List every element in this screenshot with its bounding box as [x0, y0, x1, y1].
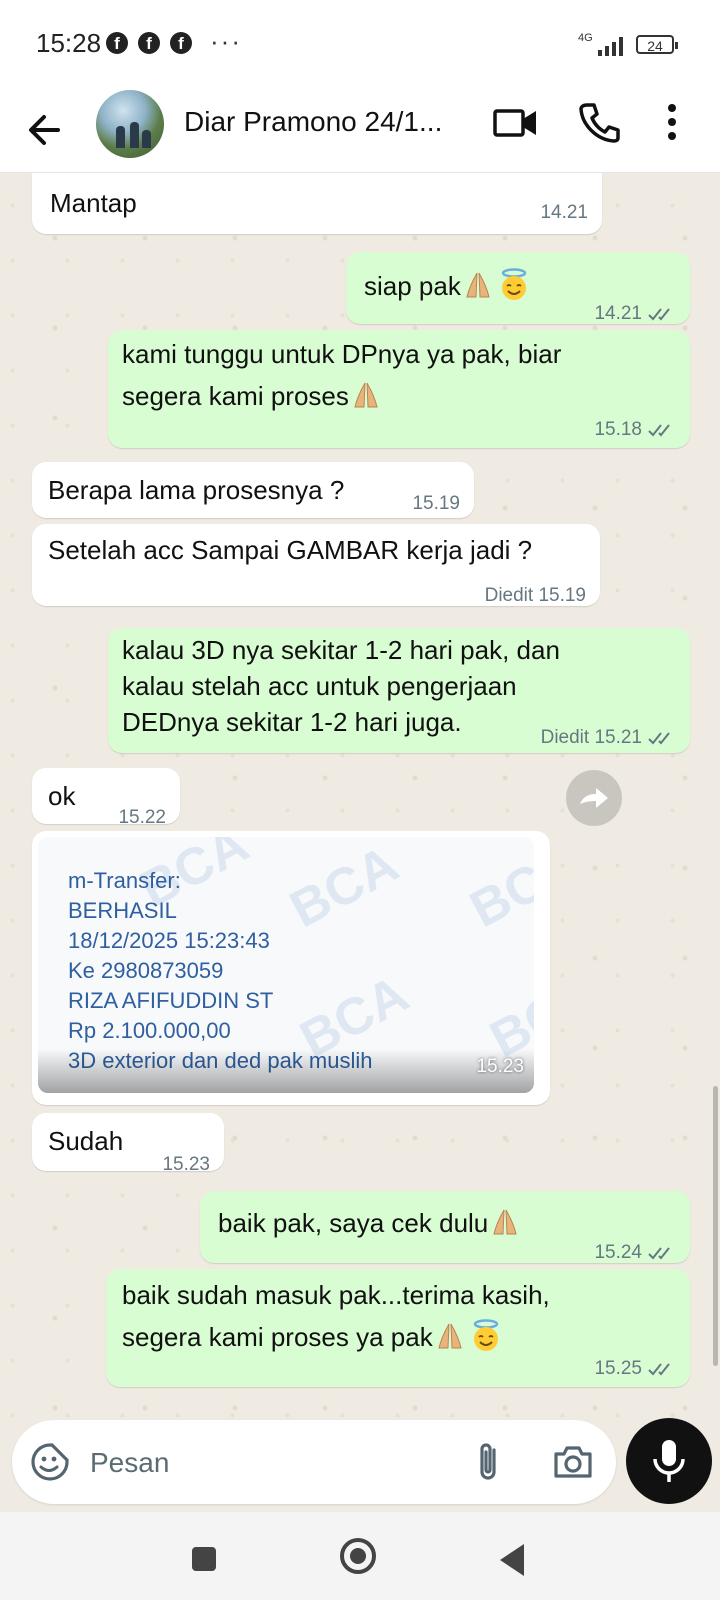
message-outgoing[interactable]: baik pak, saya cek dulu 15.24: [200, 1191, 690, 1263]
phone-icon[interactable]: [578, 100, 622, 144]
image-overlay: [38, 1049, 534, 1093]
facebook-notification-icon: f: [170, 32, 192, 54]
double-check-icon: [648, 308, 670, 321]
message-time: 15.23: [476, 1056, 524, 1077]
message-text: Setelah acc Sampai GAMBAR kerja jadi ?: [48, 535, 533, 565]
message-text: baik sudah masuk pak...terima kasih,: [122, 1280, 550, 1310]
message-meta: 14.21: [594, 294, 676, 334]
system-back-button[interactable]: [500, 1544, 524, 1576]
edited-label: Diedit: [484, 585, 534, 606]
message-time: 15.23: [162, 1154, 210, 1175]
camera-icon[interactable]: [552, 1442, 594, 1482]
message-text: kalau 3D nya sekitar 1-2 hari pak, dan: [122, 635, 560, 665]
message-incoming[interactable]: ok 15.22: [32, 768, 180, 828]
double-check-icon: [648, 424, 670, 437]
message-time: 15.25: [594, 1358, 642, 1379]
battery-icon: 24: [636, 35, 678, 54]
contact-name[interactable]: Diar Pramono 24/1...: [184, 106, 442, 138]
facebook-notification-icon: f: [106, 32, 128, 54]
message-text: segera kami proses ya pak: [122, 1317, 503, 1357]
bca-watermark: BCA: [280, 837, 408, 940]
message-input[interactable]: [88, 1438, 452, 1488]
message-text: Mantap: [50, 188, 137, 218]
message-text: DEDnya sekitar 1-2 hari juga.: [122, 707, 462, 737]
message-time: 15.18: [594, 419, 642, 440]
message-text: kami tunggu untuk DPnya ya pak, biar: [122, 339, 562, 369]
message-meta: Diedit 15.21: [541, 718, 676, 758]
message-time: 15.19: [538, 585, 586, 606]
chat-area[interactable]: Mantap 14.21 siap pak 14.21 kami tunggu …: [0, 173, 720, 1418]
voice-record-button[interactable]: [626, 1418, 712, 1504]
message-text: Sudah: [48, 1126, 124, 1156]
message-incoming[interactable]: Sudah 15.23: [32, 1113, 224, 1175]
message-meta: Diedit 15.19: [485, 576, 586, 616]
message-meta: 15.25: [594, 1349, 676, 1389]
message-time: 15.19: [412, 493, 460, 514]
more-vertical-icon[interactable]: [662, 100, 682, 144]
double-check-icon: [648, 1363, 670, 1376]
message-outgoing[interactable]: kami tunggu untuk DPnya ya pak, biar seg…: [108, 330, 690, 448]
message-incoming[interactable]: Setelah acc Sampai GAMBAR kerja jadi ? D…: [32, 524, 600, 606]
message-time: 14.21: [540, 202, 588, 223]
network-type: 4G: [578, 32, 593, 44]
message-meta: 15.18: [594, 410, 676, 450]
folded-hands-icon: [493, 1209, 517, 1235]
smiling-face-with-halo-icon: [501, 268, 527, 300]
arrow-left-icon[interactable]: [26, 100, 66, 160]
message-text: baik pak, saya cek dulu: [218, 1203, 520, 1243]
sticker-icon[interactable]: [30, 1442, 70, 1482]
message-time: 14.21: [594, 303, 642, 324]
forward-icon: [580, 788, 608, 808]
message-outgoing[interactable]: siap pak 14.21: [346, 252, 690, 324]
bca-watermark: BCA: [460, 837, 534, 940]
message-incoming[interactable]: Berapa lama prosesnya ? 15.19: [32, 462, 474, 518]
message-text: ok: [48, 781, 76, 811]
status-time: 15:28: [36, 28, 102, 58]
message-text: Berapa lama prosesnya ?: [48, 475, 345, 505]
transfer-receipt-image[interactable]: BCA BCA BCA BCA BCA m-Transfer: BERHASIL…: [38, 837, 534, 1093]
system-navigation-bar: [0, 1512, 720, 1600]
paperclip-icon[interactable]: [472, 1440, 506, 1484]
status-bar: 15:28 f f f ··· 4G 24: [0, 0, 720, 88]
message-composer: [12, 1420, 616, 1504]
message-image[interactable]: BCA BCA BCA BCA BCA m-Transfer: BERHASIL…: [32, 831, 550, 1105]
smiling-face-with-halo-icon: [473, 1319, 498, 1351]
facebook-notification-icon: f: [138, 32, 160, 54]
edited-label: Diedit: [540, 727, 590, 748]
signal-icon: [598, 34, 628, 56]
folded-hands-icon: [466, 272, 490, 298]
recents-button[interactable]: [192, 1547, 216, 1571]
microphone-icon: [653, 1440, 685, 1482]
avatar[interactable]: [96, 90, 164, 158]
scrollbar[interactable]: [713, 1086, 718, 1366]
message-text: siap pak: [364, 266, 531, 306]
folded-hands-icon: [438, 1323, 462, 1349]
message-text: segera kami proses: [122, 376, 381, 416]
message-outgoing[interactable]: baik sudah masuk pak...terima kasih, seg…: [106, 1269, 690, 1387]
home-button[interactable]: [340, 1538, 376, 1574]
folded-hands-icon: [354, 382, 378, 408]
message-text: kalau stelah acc untuk pengerjaan: [122, 671, 517, 701]
double-check-icon: [648, 1247, 670, 1260]
message-meta: 15.24: [594, 1233, 676, 1273]
message-time: 15.24: [594, 1242, 642, 1263]
message-outgoing[interactable]: kalau 3D nya sekitar 1-2 hari pak, dan k…: [108, 628, 690, 753]
double-check-icon: [648, 732, 670, 745]
message-incoming[interactable]: Mantap 14.21: [32, 173, 602, 234]
forward-button[interactable]: [566, 770, 622, 826]
video-camera-icon[interactable]: [492, 102, 540, 146]
more-notifications-icon: ···: [210, 26, 242, 56]
chat-header: Diar Pramono 24/1...: [0, 88, 720, 173]
message-time: 15.21: [594, 727, 642, 748]
